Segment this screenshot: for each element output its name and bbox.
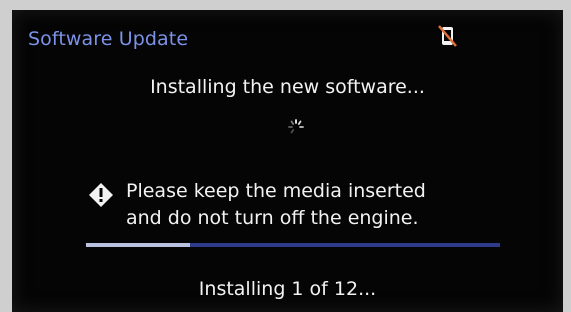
status-message: Installing the new software... — [150, 76, 425, 98]
warning-diamond-icon — [89, 183, 113, 207]
loading-spinner-icon — [288, 119, 304, 134]
progress-bar — [86, 243, 500, 247]
progress-bar-fill — [86, 243, 190, 247]
no-phone-icon — [438, 25, 457, 47]
warning-text: Please keep the media inserted and do no… — [126, 178, 426, 232]
display-screen: Software Update Installing the new softw… — [12, 10, 563, 312]
warning-line-1: Please keep the media inserted — [126, 180, 426, 202]
photo-frame: Software Update Installing the new softw… — [0, 0, 571, 312]
warning-message: Please keep the media inserted and do no… — [88, 178, 528, 238]
page-title: Software Update — [28, 28, 189, 50]
warning-line-2: and do not turn off the engine. — [126, 207, 419, 229]
progress-text: Installing 1 of 12... — [198, 278, 377, 300]
